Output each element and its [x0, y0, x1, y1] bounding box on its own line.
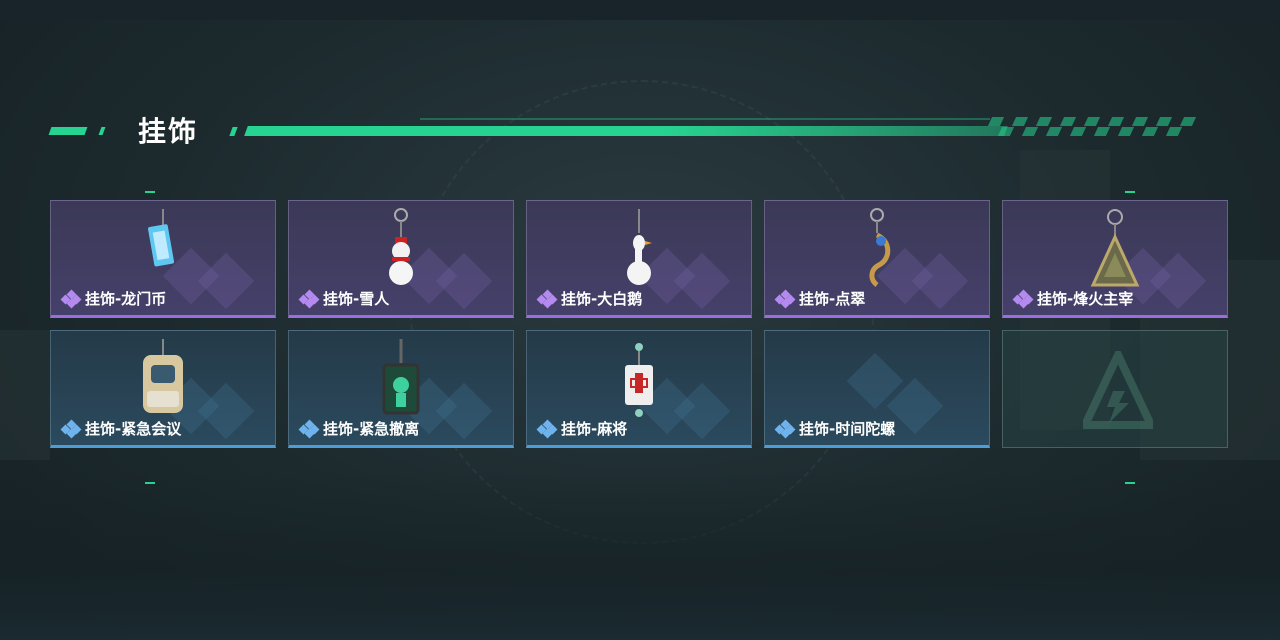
page-title: 挂饰 [138, 115, 199, 148]
rarity-diamond-icon [774, 289, 796, 308]
header-checker-pattern [987, 117, 1200, 137]
charm-card[interactable]: 挂饰-大白鹅 [526, 200, 752, 318]
meeting-figure-charm-icon [143, 339, 183, 413]
section-header: 挂饰 [0, 100, 1280, 160]
charm-card[interactable]: 挂饰-时间陀螺 [764, 330, 990, 448]
charm-card[interactable]: 挂饰-紧急撤离 [288, 330, 514, 448]
header-accent [48, 127, 88, 135]
header-thin-line [420, 118, 990, 120]
rarity-diamond-icon [774, 419, 796, 438]
charm-name: 挂饰-麻将 [561, 420, 628, 438]
corner-tick [1125, 482, 1135, 484]
rarity-diamond-icon [536, 419, 558, 438]
charm-card[interactable]: 挂饰-紧急会议 [50, 330, 276, 448]
charm-card[interactable]: 挂饰-龙门币 [50, 200, 276, 318]
corner-tick [145, 482, 155, 484]
charm-name: 挂饰-时间陀螺 [799, 420, 896, 438]
charm-name: 挂饰-烽火主宰 [1037, 290, 1134, 308]
evacuation-tag-charm-icon [382, 339, 420, 415]
bottom-fade [0, 470, 1280, 640]
charm-label: 挂饰-紧急撤离 [298, 418, 420, 439]
background [0, 0, 1280, 640]
header-accent [229, 127, 238, 136]
top-band [0, 0, 1280, 20]
bg-building [0, 330, 50, 460]
rarity-diamond-icon [60, 419, 82, 438]
charm-card[interactable]: 挂饰-雪人 [288, 200, 514, 318]
header-line [244, 126, 1008, 136]
mahjong-tile-charm-icon [625, 343, 653, 417]
charm-label: 挂饰-龙门币 [60, 288, 167, 309]
charm-label: 挂饰-雪人 [298, 288, 390, 309]
corner-tick [145, 191, 155, 193]
charm-card[interactable]: 挂饰-烽火主宰 [1002, 200, 1228, 318]
snowman-charm-icon [389, 208, 413, 285]
charm-name: 挂饰-点翠 [799, 290, 866, 308]
charm-card[interactable]: 挂饰-点翠 [764, 200, 990, 318]
rarity-diamond-icon [298, 289, 320, 308]
charm-label: 挂饰-时间陀螺 [774, 418, 896, 439]
charm-name: 挂饰-紧急撤离 [323, 420, 420, 438]
empty-slot[interactable] [1002, 330, 1228, 448]
charm-label: 挂饰-麻将 [536, 418, 628, 439]
white-goose-charm-icon [627, 209, 652, 285]
charm-label: 挂饰-烽火主宰 [1012, 288, 1134, 309]
charm-name: 挂饰-雪人 [323, 290, 390, 308]
rarity-diamond-icon [298, 419, 320, 438]
charm-name: 挂饰-龙门币 [85, 290, 167, 308]
empty-slot-logo-icon [1083, 351, 1153, 429]
phoenix-charm-icon [869, 208, 891, 287]
charm-name: 挂饰-大白鹅 [561, 290, 643, 308]
charm-label: 挂饰-大白鹅 [536, 288, 643, 309]
header-accent [98, 127, 106, 135]
charm-label: 挂饰-点翠 [774, 288, 866, 309]
triangle-emblem-charm-icon [1090, 209, 1140, 287]
corner-tick [1125, 191, 1135, 193]
rarity-diamond-icon [536, 289, 558, 308]
rarity-diamond-icon [1012, 289, 1034, 308]
coin-card-charm-icon [148, 209, 175, 267]
rarity-diamond-icon [60, 289, 82, 308]
charm-label: 挂饰-紧急会议 [60, 418, 182, 439]
charm-name: 挂饰-紧急会议 [85, 420, 182, 438]
charm-card[interactable]: 挂饰-麻将 [526, 330, 752, 448]
